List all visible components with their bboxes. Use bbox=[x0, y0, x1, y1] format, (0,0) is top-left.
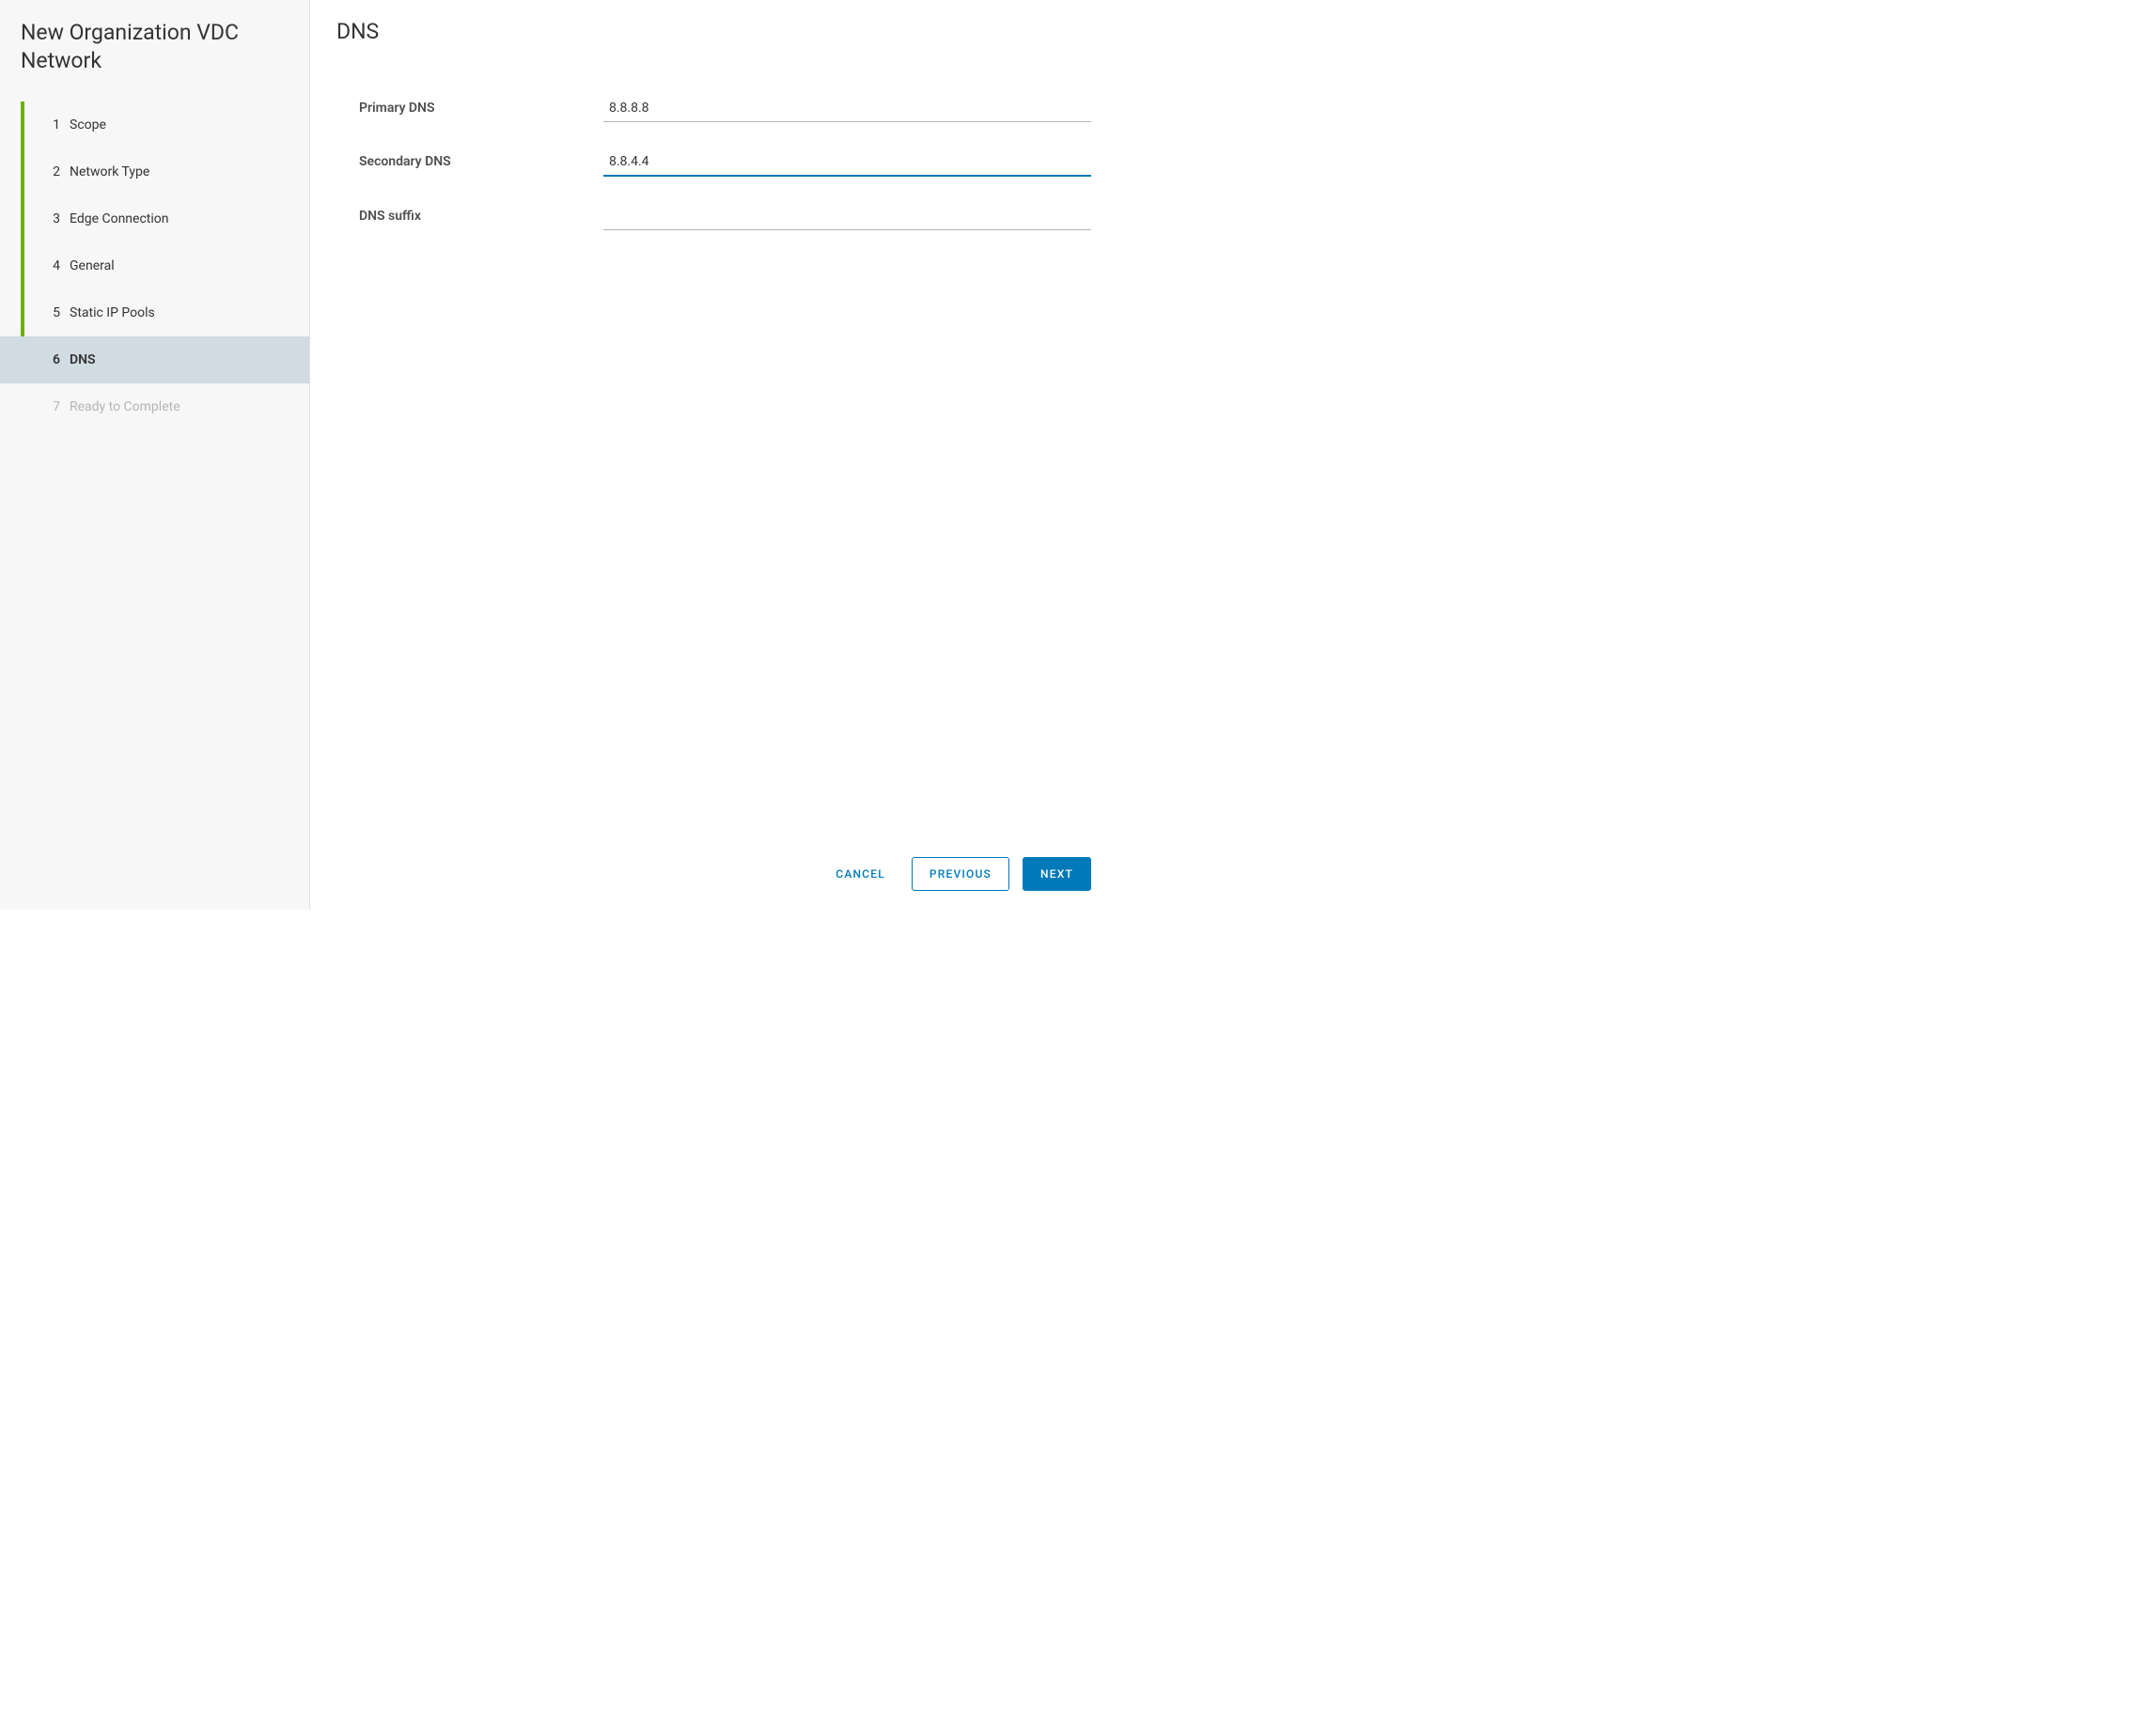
step-label: DNS bbox=[70, 352, 309, 367]
step-number: 2 bbox=[43, 164, 60, 179]
wizard-step-network-type[interactable]: 2 Network Type bbox=[0, 148, 309, 195]
step-number: 6 bbox=[43, 352, 60, 367]
wizard-step-edge-connection[interactable]: 3 Edge Connection bbox=[0, 195, 309, 242]
step-label: Static IP Pools bbox=[70, 305, 309, 320]
secondary-dns-input[interactable] bbox=[603, 150, 1091, 177]
wizard-container: New Organization VDC Network 1 Scope 2 N… bbox=[0, 0, 1117, 910]
form-row-secondary-dns: Secondary DNS bbox=[359, 150, 1091, 177]
wizard-main-content: DNS Primary DNS Secondary DNS DNS suffix… bbox=[310, 0, 1117, 910]
wizard-step-general[interactable]: 4 General bbox=[0, 242, 309, 289]
cancel-button[interactable]: CANCEL bbox=[822, 858, 898, 890]
wizard-step-ready-to-complete: 7 Ready to Complete bbox=[0, 383, 309, 430]
wizard-title: New Organization VDC Network bbox=[0, 19, 309, 101]
step-number: 7 bbox=[43, 399, 60, 414]
dns-form: Primary DNS Secondary DNS DNS suffix bbox=[336, 97, 1091, 844]
wizard-step-dns[interactable]: 6 DNS bbox=[0, 336, 309, 383]
previous-button[interactable]: PREVIOUS bbox=[912, 857, 1009, 891]
step-number: 4 bbox=[43, 258, 60, 273]
step-label: Edge Connection bbox=[70, 211, 309, 226]
step-number: 1 bbox=[43, 117, 60, 133]
primary-dns-label: Primary DNS bbox=[359, 97, 603, 116]
step-label: Ready to Complete bbox=[70, 399, 309, 414]
dns-suffix-input[interactable] bbox=[603, 205, 1091, 230]
wizard-step-list: 1 Scope 2 Network Type 3 Edge Connection… bbox=[0, 101, 309, 430]
step-number: 3 bbox=[43, 211, 60, 226]
wizard-sidebar: New Organization VDC Network 1 Scope 2 N… bbox=[0, 0, 310, 910]
step-label: General bbox=[70, 258, 309, 273]
form-row-primary-dns: Primary DNS bbox=[359, 97, 1091, 122]
step-label: Network Type bbox=[70, 164, 309, 179]
primary-dns-input[interactable] bbox=[603, 97, 1091, 122]
wizard-step-scope[interactable]: 1 Scope bbox=[0, 101, 309, 148]
step-number: 5 bbox=[43, 305, 60, 320]
wizard-step-static-ip-pools[interactable]: 5 Static IP Pools bbox=[0, 289, 309, 336]
step-label: Scope bbox=[70, 117, 309, 133]
wizard-footer: CANCEL PREVIOUS NEXT bbox=[336, 844, 1091, 891]
form-row-dns-suffix: DNS suffix bbox=[359, 205, 1091, 230]
next-button[interactable]: NEXT bbox=[1023, 857, 1091, 891]
content-heading: DNS bbox=[336, 19, 1091, 44]
secondary-dns-label: Secondary DNS bbox=[359, 150, 603, 169]
dns-suffix-label: DNS suffix bbox=[359, 205, 603, 224]
